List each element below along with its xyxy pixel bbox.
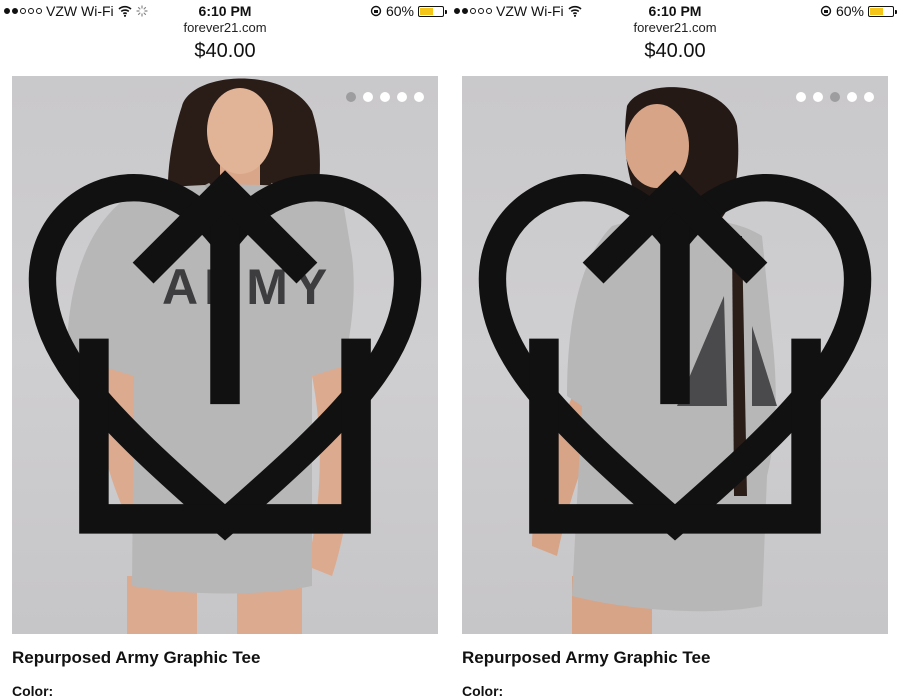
battery-level-fill	[870, 7, 883, 15]
battery-percent: 60%	[385, 3, 414, 19]
product-photo[interactable]: ARMY	[12, 76, 438, 634]
status-bar: VZW Wi-Fi 6:10 PM 60%	[450, 0, 900, 22]
screen-back-view: VZW Wi-Fi 6:10 PM 60% forever21.com $40.…	[450, 0, 900, 700]
battery-icon	[868, 5, 897, 17]
share-icon[interactable]	[12, 76, 438, 634]
color-label: Color:	[462, 683, 504, 699]
rotation-lock-icon	[370, 5, 382, 17]
battery-percent: 60%	[835, 3, 864, 19]
url-bar[interactable]: forever21.com	[450, 20, 900, 35]
battery-level-fill	[420, 7, 433, 15]
status-right: 60%	[370, 3, 447, 19]
rotation-lock-icon	[820, 5, 832, 17]
product-price: $40.00	[194, 40, 256, 62]
status-bar: VZW Wi-Fi 6:10 PM 60%	[0, 0, 450, 22]
status-right: 60%	[820, 3, 897, 19]
product-title: Repurposed Army Graphic Tee	[462, 648, 711, 667]
screen-front-view: VZW Wi-Fi 6:10 PM 60% forever21.com $40.…	[0, 0, 450, 700]
battery-icon	[418, 5, 447, 17]
url-bar[interactable]: forever21.com	[0, 20, 450, 35]
color-label: Color:	[12, 683, 54, 699]
product-price: $40.00	[644, 40, 706, 62]
product-title: Repurposed Army Graphic Tee	[12, 648, 261, 667]
product-photo[interactable]	[462, 76, 888, 634]
share-icon[interactable]	[462, 76, 888, 634]
